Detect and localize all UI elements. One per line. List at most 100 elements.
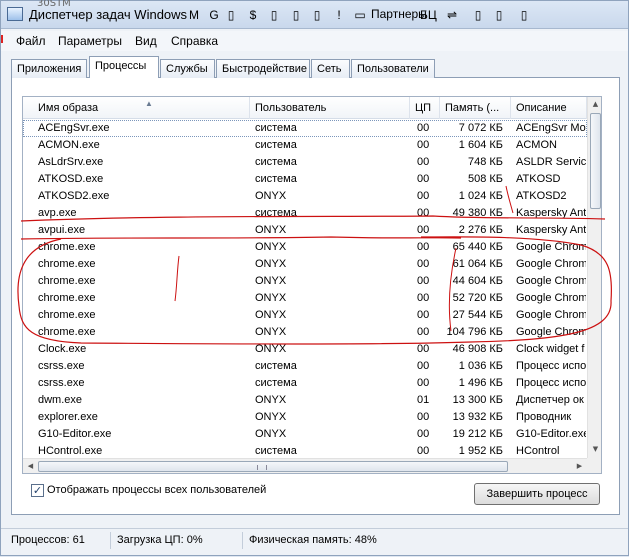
process-user: ONYX bbox=[255, 343, 287, 355]
scroll-right-icon[interactable]: ▶ bbox=[572, 459, 587, 473]
column-header-user[interactable]: Пользователь bbox=[250, 97, 410, 119]
process-memory: 7 072 КБ bbox=[458, 122, 503, 134]
status-cpu-usage: Загрузка ЦП: 0% bbox=[117, 532, 243, 549]
process-cpu: 00 bbox=[417, 292, 430, 304]
page-icon: ▯ bbox=[474, 7, 482, 22]
scroll-up-icon[interactable]: ▲ bbox=[588, 97, 601, 112]
bookmark-10[interactable]: ⇌ bbox=[444, 3, 460, 25]
column-header-memory[interactable]: Память (... bbox=[440, 97, 511, 119]
process-user: ONYX bbox=[255, 258, 287, 270]
end-process-button[interactable]: Завершить процесс bbox=[474, 483, 600, 505]
menu-help[interactable]: Справка bbox=[171, 34, 218, 48]
table-row[interactable]: csrss.exe система 00 1 496 КБ Процесс испо bbox=[23, 375, 587, 392]
process-name: chrome.exe bbox=[38, 292, 96, 304]
process-description: Диспетчер ок bbox=[516, 394, 584, 406]
process-user: ONYX bbox=[255, 411, 287, 423]
process-description: Google Chrome bbox=[516, 326, 586, 338]
table-row[interactable]: AsLdrSrv.exe система 00 748 КБ ASLDR Service bbox=[23, 154, 587, 171]
scroll-left-icon[interactable]: ◀ bbox=[23, 459, 38, 473]
bookmark-5[interactable]: ▯ bbox=[288, 3, 304, 25]
horizontal-scrollbar[interactable]: ◀ ▶ bbox=[23, 458, 587, 473]
bookmark-11[interactable]: ▯ bbox=[470, 3, 486, 25]
tab-users[interactable]: Пользователи bbox=[351, 59, 435, 78]
bookmark-6[interactable]: ▯ bbox=[309, 3, 325, 25]
bookmark-3[interactable]: $ bbox=[245, 3, 261, 25]
process-list[interactable]: ▲ Имя образа Пользователь ЦП Память (...… bbox=[22, 96, 602, 474]
horizontal-scroll-thumb[interactable] bbox=[38, 461, 508, 472]
bookmark-12[interactable]: ▯ bbox=[491, 3, 507, 25]
menu-bar: Файл Параметры Вид Справка bbox=[1, 31, 628, 51]
process-name: chrome.exe bbox=[38, 326, 96, 338]
table-row[interactable]: csrss.exe система 00 1 036 КБ Процесс испо bbox=[23, 358, 587, 375]
table-row[interactable]: G10-Editor.exe ONYX 00 19 212 КБ G10-Editor.… bbox=[23, 426, 587, 443]
column-header-name[interactable]: ▲ Имя образа bbox=[33, 97, 250, 119]
table-row[interactable]: chrome.exe ONYX 00 44 604 КБ Google Chrome bbox=[23, 273, 587, 290]
show-all-users-checkbox[interactable]: ✓ bbox=[31, 483, 44, 497]
process-user: ONYX bbox=[255, 428, 287, 440]
tab-network[interactable]: Сеть bbox=[311, 59, 350, 78]
bookmark-4[interactable]: ▯ bbox=[266, 3, 282, 25]
table-row[interactable]: chrome.exe ONYX 00 65 440 КБ Google Chrome bbox=[23, 239, 587, 256]
bookmark-8[interactable]: ▭ Партнеры bbox=[352, 3, 426, 25]
menu-view[interactable]: Вид bbox=[135, 34, 157, 48]
tab-processes[interactable]: Процессы bbox=[89, 56, 159, 78]
tab-services[interactable]: Службы bbox=[160, 59, 215, 78]
bookmark-13[interactable]: ▯ bbox=[516, 3, 532, 25]
bookmark-7[interactable]: ! bbox=[331, 3, 347, 25]
table-row[interactable]: chrome.exe ONYX 00 27 544 КБ Google Chrome bbox=[23, 307, 587, 324]
process-memory: 1 496 КБ bbox=[458, 377, 503, 389]
table-row[interactable]: chrome.exe ONYX 00 104 796 КБ Google Chrome bbox=[23, 324, 587, 341]
dollar-icon: $ bbox=[249, 7, 257, 22]
show-all-users-option[interactable]: ✓ Отображать процессы всех пользователей bbox=[31, 483, 266, 499]
process-memory: 44 604 КБ bbox=[452, 275, 503, 287]
process-description: Google Chrome bbox=[516, 241, 586, 253]
vertical-scrollbar[interactable]: ▲ ▼ bbox=[587, 97, 601, 458]
table-row[interactable]: avp.exe система 00 49 380 КБ Kaspersky Anti bbox=[23, 205, 587, 222]
process-cpu: 00 bbox=[417, 309, 430, 321]
table-row[interactable]: ATKOSD2.exe ONYX 00 1 024 КБ ATKOSD2 bbox=[23, 188, 587, 205]
process-name: chrome.exe bbox=[38, 309, 96, 321]
page-icon: ▯ bbox=[270, 7, 278, 22]
table-row[interactable]: chrome.exe ONYX 00 61 064 КБ Google Chrome bbox=[23, 256, 587, 273]
column-header-description[interactable]: Описание bbox=[511, 97, 587, 119]
tab-applications[interactable]: Приложения bbox=[11, 59, 87, 78]
exclamation-icon: ! bbox=[337, 7, 341, 22]
process-name: AsLdrSrv.exe bbox=[38, 156, 104, 168]
process-name: avpui.exe bbox=[38, 224, 86, 236]
page-icon: ▯ bbox=[313, 7, 321, 22]
tab-performance[interactable]: Быстродействие bbox=[216, 59, 310, 78]
process-memory: 61 064 КБ bbox=[452, 258, 503, 270]
table-row[interactable]: avpui.exe ONYX 00 2 276 КБ Kaspersky Anti bbox=[23, 222, 587, 239]
table-row[interactable]: chrome.exe ONYX 00 52 720 КБ Google Chrome bbox=[23, 290, 587, 307]
table-row[interactable]: ACMON.exe система 00 1 604 КБ ACMON bbox=[23, 137, 587, 154]
scroll-down-icon[interactable]: ▼ bbox=[588, 442, 601, 457]
table-row[interactable]: ATKOSD.exe система 00 508 КБ ATKOSD bbox=[23, 171, 587, 188]
bookmark-0[interactable]: M bbox=[186, 3, 202, 25]
status-bar: Процессов: 61 Загрузка ЦП: 0% Физическая… bbox=[1, 528, 628, 550]
menu-file[interactable]: Файл bbox=[16, 34, 46, 48]
bookmark-1[interactable]: G bbox=[206, 3, 222, 25]
window-title: Диспетчер задач Windows bbox=[29, 7, 188, 22]
process-memory: 19 212 КБ bbox=[452, 428, 503, 440]
vertical-scroll-thumb[interactable] bbox=[590, 113, 601, 209]
bookmark-9[interactable]: БЦ bbox=[420, 3, 437, 25]
process-memory: 46 908 КБ bbox=[452, 343, 503, 355]
process-user: ONYX bbox=[255, 394, 287, 406]
process-user: система bbox=[255, 377, 297, 389]
table-row[interactable]: dwm.exe ONYX 01 13 300 КБ Диспетчер ок bbox=[23, 392, 587, 409]
table-row[interactable]: ACEngSvr.exe система 00 7 072 КБ ACEngSvr Mo… bbox=[23, 120, 587, 137]
sort-ascending-icon: ▲ bbox=[145, 99, 153, 108]
process-name: csrss.exe bbox=[38, 377, 85, 389]
menu-options[interactable]: Параметры bbox=[58, 34, 122, 48]
table-row[interactable]: explorer.exe ONYX 00 13 932 КБ Проводник bbox=[23, 409, 587, 426]
table-row[interactable]: Clock.exe ONYX 00 46 908 КБ Clock widget f bbox=[23, 341, 587, 358]
process-name: chrome.exe bbox=[38, 258, 96, 270]
page-icon: ▯ bbox=[292, 7, 300, 22]
process-description: Google Chrome bbox=[516, 309, 586, 321]
process-cpu: 00 bbox=[417, 343, 430, 355]
process-cpu: 00 bbox=[417, 241, 430, 253]
process-cpu: 00 bbox=[417, 377, 430, 389]
column-header-cpu[interactable]: ЦП bbox=[410, 97, 440, 119]
process-user: система bbox=[255, 156, 297, 168]
bookmark-2[interactable]: ▯ bbox=[223, 3, 239, 25]
